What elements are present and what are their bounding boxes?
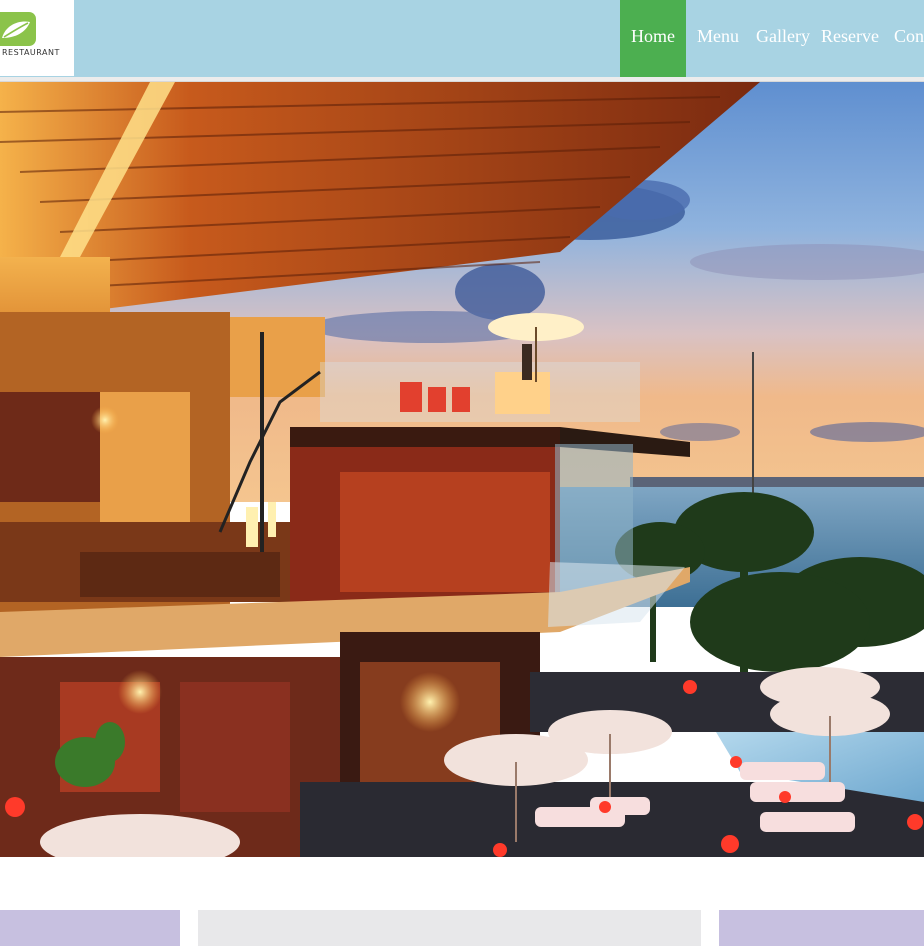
nav-contact[interactable]: Contact: [884, 0, 924, 78]
hero-image: [0, 82, 924, 857]
nav-menu[interactable]: Menu: [686, 0, 750, 78]
logo[interactable]: RESTAURANT: [0, 0, 74, 76]
logo-text: RESTAURANT: [2, 48, 60, 57]
nav-home[interactable]: Home: [620, 0, 686, 78]
nav-gallery[interactable]: Gallery: [750, 0, 816, 78]
nav-reserve[interactable]: Reserve: [816, 0, 884, 78]
feature-card-left[interactable]: [0, 910, 180, 946]
leaf-icon: [0, 12, 36, 46]
feature-card-middle[interactable]: [198, 910, 701, 946]
site-header: RESTAURANT Home Menu Gallery Reserve Con…: [0, 0, 924, 78]
feature-card-right[interactable]: [719, 910, 924, 946]
